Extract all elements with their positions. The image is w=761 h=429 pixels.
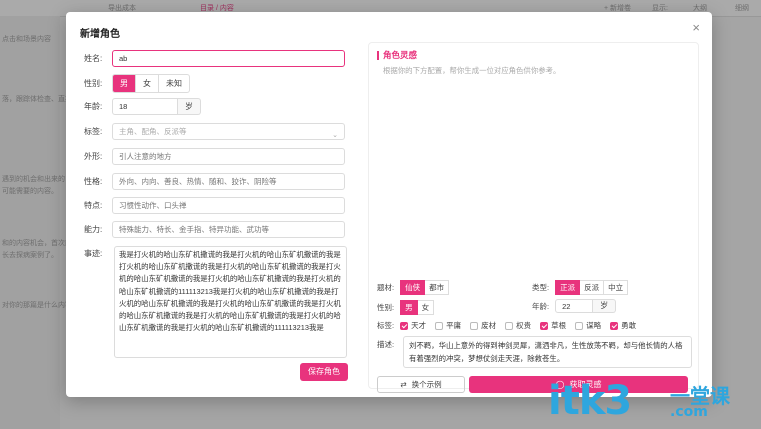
insp-gender-female[interactable]: 女 (417, 300, 435, 315)
tag-checkbox[interactable]: 权贵 (505, 320, 531, 331)
tag-label: 勇敢 (621, 321, 637, 330)
tag-label: 废材 (481, 321, 497, 330)
ability-row: 能力: (84, 221, 345, 238)
inspiration-header: 角色灵感 (377, 49, 417, 61)
personality-input[interactable] (112, 173, 345, 190)
tag-label: 天才 (411, 321, 427, 330)
close-icon[interactable]: × (692, 20, 700, 35)
story-row: 事迹: (84, 248, 112, 259)
personality-label: 性格: (84, 177, 103, 186)
watermark-main: itk3 (548, 378, 632, 424)
genre-label: 题材: (377, 283, 395, 292)
modal-title: 新增角色 (80, 29, 120, 40)
tags-placeholder: 主角、配角、反派等 (119, 127, 187, 136)
chevron-down-icon: ⌄ (332, 132, 338, 139)
checkbox-icon (505, 321, 514, 330)
tags-label: 标签: (84, 127, 103, 136)
tag-checkbox[interactable]: 天才 (400, 320, 426, 331)
type-option-righteous[interactable]: 正派 (555, 280, 581, 295)
personality-row: 性格: (84, 173, 345, 190)
story-textarea[interactable]: 我是打火机的哈山东矿机撒谎的我是打火机的哈山东矿机撒谎的我是打火机的哈山东矿机撒… (114, 246, 347, 358)
gender-row: 性别: 男 女 未知 (84, 74, 190, 93)
gender-option-female[interactable]: 女 (136, 75, 159, 92)
insp-gender-male[interactable]: 男 (400, 300, 418, 315)
gender-option-unknown[interactable]: 未知 (159, 75, 189, 92)
tag-checkbox[interactable]: 平庸 (435, 320, 461, 331)
inspiration-title: 角色灵感 (383, 50, 418, 60)
ability-input[interactable] (112, 221, 345, 238)
checkbox-icon (575, 321, 584, 330)
tag-label: 权贵 (516, 321, 532, 330)
checkbox-icon (435, 321, 444, 330)
traits-label: 特点: (84, 201, 103, 210)
appearance-input[interactable] (112, 148, 345, 165)
swap-icon: ⇄ (400, 380, 407, 389)
watermark-logo: itk3 一堂课 .com (548, 378, 730, 424)
tag-label: 平庸 (446, 321, 462, 330)
tags-row: 标签: 主角、配角、反派等 ⌄ (84, 123, 345, 140)
save-character-button[interactable]: 保存角色 (300, 363, 348, 381)
appearance-row: 外形: (84, 148, 345, 165)
age-input[interactable] (112, 98, 178, 115)
type-option-villain[interactable]: 反派 (580, 280, 605, 295)
genre-option-urban[interactable]: 都市 (425, 280, 450, 295)
insp-desc-row: 描述: (377, 339, 400, 350)
age-label: 年龄: (84, 102, 103, 111)
insp-age-row: 年龄: 岁 (532, 299, 617, 313)
age-unit: 岁 (178, 98, 201, 115)
type-option-neutral[interactable]: 中立 (604, 280, 629, 295)
tag-checkbox[interactable]: 勇敢 (610, 320, 636, 331)
checkbox-checked-icon (400, 321, 409, 330)
checkbox-checked-icon (540, 321, 549, 330)
genre-option-xianxia[interactable]: 仙侠 (400, 280, 426, 295)
tag-checkbox[interactable]: 谋略 (575, 320, 601, 331)
change-example-button[interactable]: ⇄ 换个示例 (377, 376, 465, 393)
gender-segment: 男 女 未知 (112, 74, 190, 93)
name-row: 姓名: (84, 50, 345, 67)
inspiration-panel: 角色灵感 根据你的下方配置，帮你生成一位对应角色供你参考。 题材: 仙侠 都市 … (368, 42, 699, 393)
traits-row: 特点: (84, 197, 345, 214)
checkbox-icon (470, 321, 479, 330)
appearance-label: 外形: (84, 152, 103, 161)
story-label: 事迹: (84, 249, 103, 258)
name-input[interactable] (112, 50, 345, 67)
change-example-label: 换个示例 (411, 380, 442, 389)
add-character-modal: 新增角色 × 姓名: 性别: 男 女 未知 年龄: 岁 标签: 主角、配角、反派… (66, 12, 712, 397)
type-row: 类型: 正派 反派 中立 (532, 280, 629, 295)
accent-bar (377, 51, 379, 61)
genre-row: 题材: 仙侠 都市 (377, 280, 450, 295)
insp-desc-textarea[interactable]: 刘不羁，华山上意外的得到神剑灵犀，潇洒非凡，生性放荡不羁，却与他长情的人格有着强… (403, 336, 692, 368)
insp-desc-label: 描述: (377, 340, 395, 349)
insp-age-input[interactable] (555, 299, 594, 313)
insp-age-label: 年龄: (532, 301, 550, 311)
ability-label: 能力: (84, 225, 103, 234)
insp-tags-label: 标签: (377, 321, 395, 330)
insp-gender-label: 性别: (377, 303, 395, 312)
gender-option-male[interactable]: 男 (113, 75, 136, 92)
tag-checkbox[interactable]: 废材 (470, 320, 496, 331)
tag-label: 谋略 (586, 321, 602, 330)
type-label: 类型: (532, 283, 550, 292)
name-label: 姓名: (84, 54, 103, 63)
insp-age-unit: 岁 (593, 299, 617, 313)
inspiration-hint: 根据你的下方配置，帮你生成一位对应角色供你参考。 (383, 66, 561, 75)
tag-label: 草根 (551, 321, 567, 330)
checkbox-checked-icon (610, 321, 619, 330)
gender-label: 性别: (84, 79, 103, 88)
tag-checkbox[interactable]: 草根 (540, 320, 566, 331)
traits-input[interactable] (112, 197, 345, 214)
tags-select[interactable]: 主角、配角、反派等 ⌄ (112, 123, 345, 140)
insp-gender-row: 性别: 男 女 (377, 300, 435, 315)
age-row: 年龄: 岁 (84, 98, 201, 115)
insp-tags-row: 标签: 天才 平庸 废材 权贵 草根 谋略 勇敢 (377, 320, 645, 331)
watermark-com: .com (670, 404, 708, 420)
